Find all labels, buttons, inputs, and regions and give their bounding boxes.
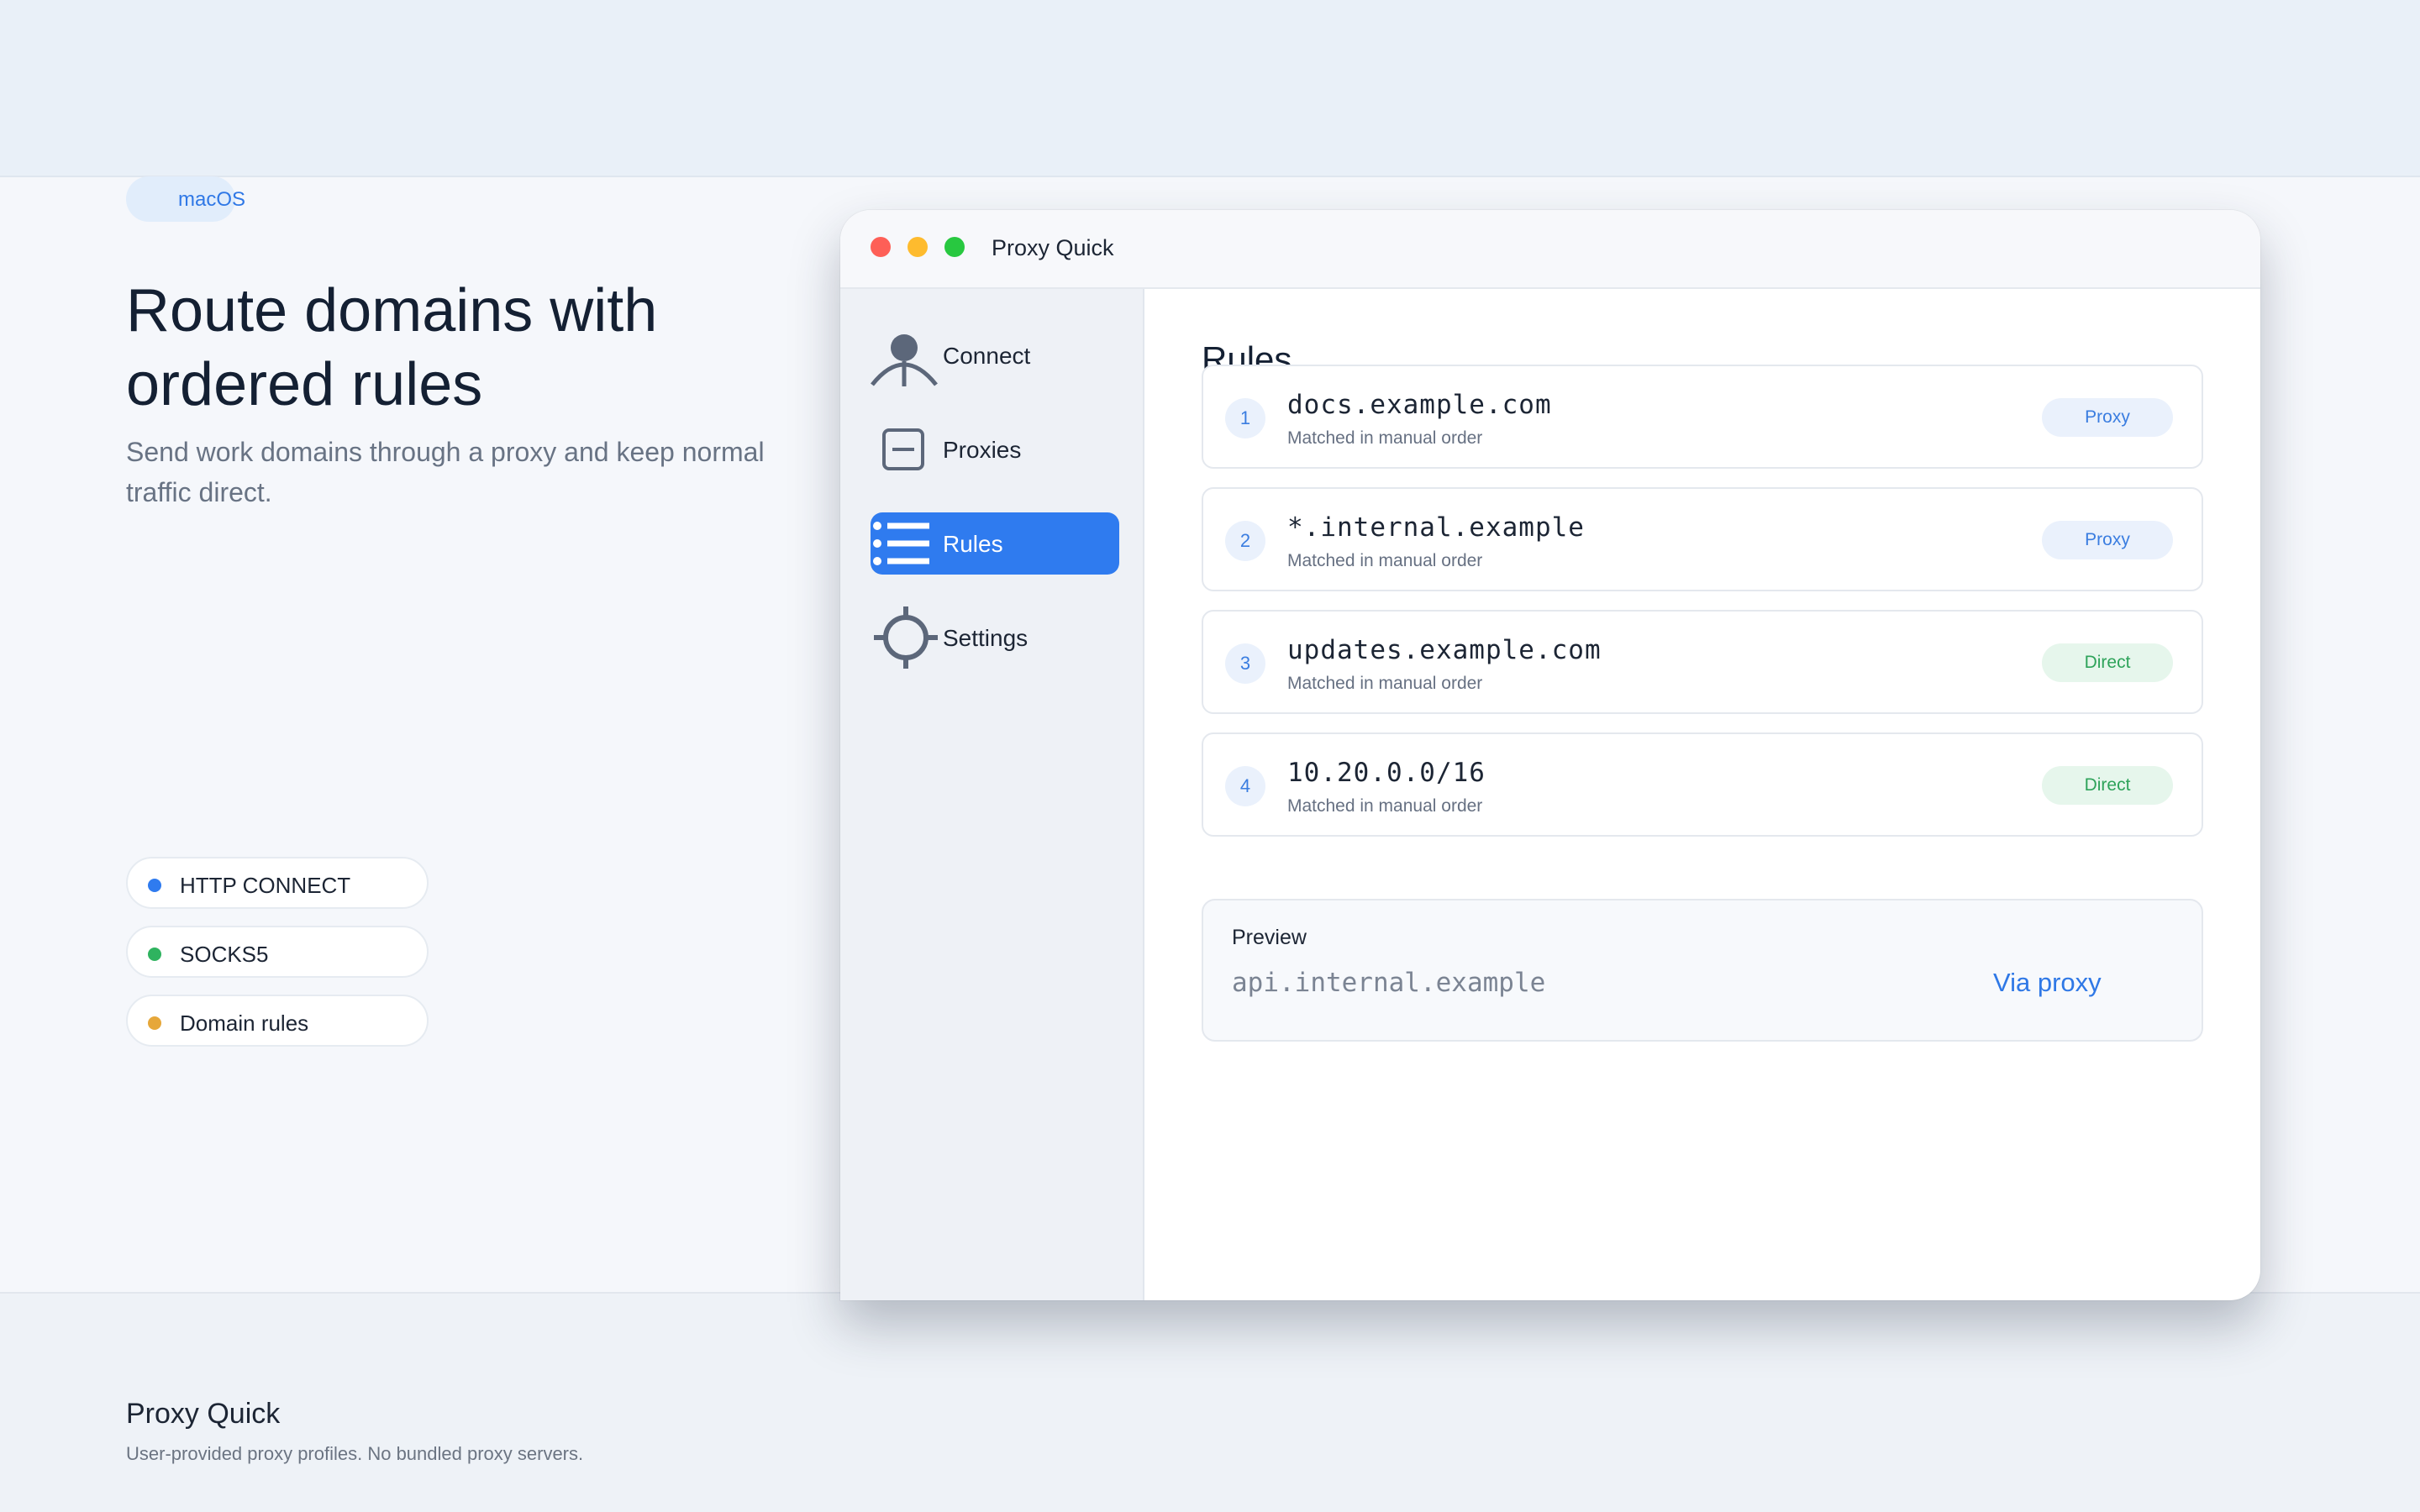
app-window: Proxy Quick Connect Proxies Rules Settin… <box>840 210 2260 1300</box>
rule-note: Matched in manual order <box>1287 428 1483 448</box>
feature-dot-icon <box>148 879 161 892</box>
sidebar-item-label: Connect <box>943 343 1031 369</box>
rule-row[interactable]: 2 *.internal.example Matched in manual o… <box>1202 487 2203 591</box>
server-icon <box>882 428 924 470</box>
rule-action-badge[interactable]: Direct <box>2042 643 2173 682</box>
sidebar-item-label: Rules <box>943 531 1003 557</box>
zoom-window-button[interactable] <box>944 237 965 257</box>
feature-pill-http-connect: HTTP CONNECT <box>126 857 429 909</box>
footer-subtitle: User-provided proxy profiles. No bundled… <box>126 1443 584 1464</box>
crosshair-icon <box>874 606 938 669</box>
list-icon <box>873 522 929 565</box>
rule-order-number: 4 <box>1225 766 1265 806</box>
rule-action-badge[interactable]: Proxy <box>2042 398 2173 437</box>
rule-note: Matched in manual order <box>1287 551 1483 570</box>
rule-domain: updates.example.com <box>1287 635 1602 665</box>
rules-panel: Rules 1 docs.example.com Matched in manu… <box>1144 289 2260 1300</box>
feature-label: HTTP CONNECT <box>180 873 351 898</box>
preview-result: Via proxy <box>1993 968 2102 997</box>
feature-pill-socks5: SOCKS5 <box>126 926 429 978</box>
footer <box>0 1292 2420 1512</box>
rule-row[interactable]: 4 10.20.0.0/16 Matched in manual order D… <box>1202 732 2203 837</box>
hero-title: Route domains with ordered rules <box>126 277 658 418</box>
top-band <box>0 0 2420 177</box>
sidebar-item-connect[interactable]: Connect <box>871 324 1119 386</box>
sidebar-item-proxies[interactable]: Proxies <box>871 418 1119 480</box>
sidebar-item-label: Proxies <box>943 437 1022 463</box>
rule-domain: *.internal.example <box>1287 512 1585 543</box>
feature-pill-domain-rules: Domain rules <box>126 995 429 1047</box>
sidebar: Connect Proxies Rules Settings <box>840 289 1144 1300</box>
rule-order-number: 3 <box>1225 643 1265 684</box>
rule-row[interactable]: 1 docs.example.com Matched in manual ord… <box>1202 365 2203 469</box>
close-window-button[interactable] <box>871 237 891 257</box>
sidebar-item-settings[interactable]: Settings <box>871 606 1119 669</box>
footer-title: Proxy Quick <box>126 1398 281 1430</box>
window-titlebar[interactable]: Proxy Quick <box>840 210 2260 289</box>
sidebar-item-label: Settings <box>943 625 1028 651</box>
minimize-window-button[interactable] <box>908 237 928 257</box>
person-icon <box>871 334 938 386</box>
preview-domain: api.internal.example <box>1232 968 1546 998</box>
feature-dot-icon <box>148 1016 161 1030</box>
rule-note: Matched in manual order <box>1287 674 1483 693</box>
platform-badge-label: macOS <box>178 188 246 211</box>
rule-order-number: 1 <box>1225 398 1265 438</box>
rule-domain: docs.example.com <box>1287 390 1552 420</box>
rule-action-badge[interactable]: Proxy <box>2042 521 2173 559</box>
feature-label: SOCKS5 <box>180 942 269 967</box>
feature-label: Domain rules <box>180 1011 309 1036</box>
preview-card: Preview api.internal.example Via proxy <box>1202 899 2203 1042</box>
preview-label: Preview <box>1232 926 1307 949</box>
sidebar-item-rules[interactable]: Rules <box>871 512 1119 575</box>
window-title: Proxy Quick <box>992 235 1114 260</box>
platform-badge: macOS <box>126 176 245 222</box>
rule-domain: 10.20.0.0/16 <box>1287 758 1486 788</box>
rule-action-badge[interactable]: Direct <box>2042 766 2173 805</box>
rule-row[interactable]: 3 updates.example.com Matched in manual … <box>1202 610 2203 714</box>
hero-subtitle: Send work domains through a proxy and ke… <box>126 437 765 507</box>
rule-note: Matched in manual order <box>1287 796 1483 816</box>
feature-dot-icon <box>148 948 161 961</box>
rule-order-number: 2 <box>1225 521 1265 561</box>
